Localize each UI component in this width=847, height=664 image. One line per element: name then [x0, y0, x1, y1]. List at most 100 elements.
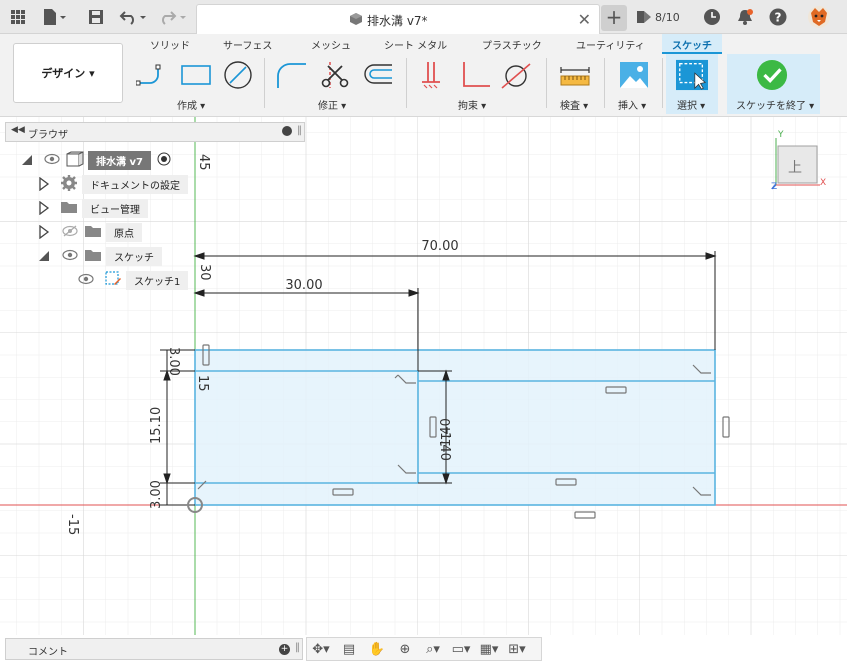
perpendicular-constraint-icon[interactable]	[460, 60, 492, 90]
group-modify-label[interactable]: 修正 ▾	[318, 97, 346, 112]
dim-15[interactable]: 15	[195, 375, 210, 392]
group-constraints-label[interactable]: 拘束 ▾	[458, 97, 486, 112]
panel-grip-icon[interactable]: ‖	[297, 125, 302, 136]
grid-settings-icon[interactable]: ▦▾	[479, 640, 499, 658]
workspace-switcher[interactable]: デザイン ▾	[13, 43, 123, 103]
fillet-tool-icon[interactable]	[276, 60, 308, 90]
collapse-panel-icon[interactable]: ◀◀	[11, 125, 25, 135]
browser-item-label[interactable]: スケッチ	[106, 246, 162, 266]
hidden-eye-icon[interactable]	[62, 225, 78, 240]
expanded-triangle-icon[interactable]	[38, 249, 50, 263]
app-grid-icon[interactable]	[8, 6, 28, 28]
measure-ruler-icon[interactable]	[559, 60, 591, 90]
trim-scissors-icon[interactable]	[320, 60, 352, 90]
browser-item-label[interactable]: スケッチ1	[126, 270, 189, 290]
browser-item-label[interactable]: ビュー管理	[82, 198, 148, 218]
dim-step-height-b[interactable]: 1.40	[439, 418, 454, 447]
offset-tool-icon[interactable]	[362, 60, 394, 90]
clock-icon[interactable]	[702, 6, 722, 28]
comments-panel[interactable]: コメント + ‖	[5, 638, 303, 660]
tab-plastic[interactable]: プラスチック	[482, 37, 542, 52]
dim-top-thickness[interactable]: 3.00	[166, 347, 181, 376]
tab-utility[interactable]: ユーティリティ	[576, 37, 645, 52]
document-tab[interactable]: 排水溝 v7* ✕	[196, 4, 600, 34]
group-separator	[264, 58, 265, 108]
orbit-icon[interactable]: ✥▾	[311, 640, 331, 658]
close-tab-icon[interactable]: ✕	[578, 10, 591, 29]
group-separator	[406, 58, 407, 108]
viewcube-axis-y: Y	[778, 130, 784, 140]
browser-item-root[interactable]: 排水溝 v7	[20, 150, 171, 170]
zoom-icon[interactable]: ⊕	[395, 640, 415, 658]
select-tool-icon[interactable]	[676, 59, 708, 91]
tab-mesh[interactable]: メッシュ	[311, 37, 351, 52]
undo-icon[interactable]	[118, 6, 150, 28]
tangent-constraint-icon[interactable]	[500, 60, 532, 90]
browser-item-label[interactable]: 原点	[106, 222, 142, 242]
collapsed-triangle-icon[interactable]	[38, 201, 50, 215]
collapsed-triangle-icon[interactable]	[38, 225, 50, 239]
group-select-label[interactable]: 選択 ▾	[677, 97, 705, 112]
line-tool-icon[interactable]	[136, 60, 168, 90]
panel-grip-icon[interactable]: ‖	[295, 642, 300, 653]
visibility-eye-icon[interactable]	[62, 249, 78, 264]
browser-title: ブラウザ	[28, 130, 68, 141]
tab-sketch[interactable]: スケッチ	[672, 37, 712, 52]
fit-zoom-icon[interactable]: ⌕▾	[423, 640, 443, 658]
visibility-eye-icon[interactable]	[44, 153, 60, 168]
fix-constraint-icon[interactable]	[416, 60, 448, 90]
browser-item-origin[interactable]: 原点	[38, 222, 142, 242]
circle-tool-icon[interactable]	[222, 60, 254, 90]
browser-item-label[interactable]: ドキュメントの設定	[82, 174, 188, 194]
group-create-label[interactable]: 作成 ▾	[177, 97, 205, 112]
visibility-eye-icon[interactable]	[78, 273, 94, 288]
minimize-panel-icon[interactable]	[282, 126, 292, 136]
display-settings-icon[interactable]: ▭▾	[451, 640, 471, 658]
help-icon[interactable]: ?	[768, 6, 788, 28]
ruler-top-label: 45	[196, 154, 211, 171]
group-separator	[604, 58, 605, 108]
browser-item-named-views[interactable]: ビュー管理	[38, 198, 148, 218]
new-tab-button[interactable]: +	[601, 5, 627, 31]
group-inspect-label[interactable]: 検査 ▾	[560, 97, 588, 112]
browser-item-label[interactable]: 排水溝 v7	[88, 150, 151, 170]
browser-item-sketch1[interactable]: スケッチ1	[78, 270, 189, 290]
browser-item-document-settings[interactable]: ドキュメントの設定	[38, 174, 188, 194]
notifications-icon[interactable]	[735, 6, 755, 28]
job-status-icon	[637, 11, 651, 23]
file-menu-icon[interactable]	[40, 6, 70, 28]
job-status[interactable]: 8/10	[636, 7, 686, 27]
redo-icon[interactable]	[158, 6, 190, 28]
save-icon[interactable]	[86, 6, 106, 28]
viewports-icon[interactable]: ⊞▾	[507, 640, 527, 658]
bottom-bar: コメント + ‖ ✥▾ ▤ ✋ ⊕ ⌕▾ ▭▾ ▦▾ ⊞▾	[0, 635, 847, 664]
dim-inner-width[interactable]: 30.00	[285, 278, 322, 293]
title-bar: 排水溝 v7* ✕ + 8/10 ?	[0, 0, 847, 34]
navigation-bar: ✥▾ ▤ ✋ ⊕ ⌕▾ ▭▾ ▦▾ ⊞▾	[306, 637, 542, 661]
dim-vertical-30[interactable]: 30	[197, 264, 212, 281]
browser-panel-header[interactable]: ◀◀ ブラウザ ‖	[5, 122, 305, 142]
finish-sketch-button[interactable]: スケッチを終了 ▾	[736, 97, 814, 112]
tab-sheet-metal[interactable]: シート メタル	[384, 37, 447, 52]
viewcube[interactable]: 上 Y X Z	[768, 130, 833, 195]
user-avatar[interactable]	[806, 6, 832, 28]
insert-image-icon[interactable]	[618, 60, 650, 90]
tab-surface[interactable]: サーフェス	[223, 37, 272, 52]
activate-radio-icon[interactable]	[157, 152, 171, 169]
expanded-triangle-icon[interactable]	[20, 153, 34, 167]
look-at-icon[interactable]: ▤	[339, 640, 359, 658]
comments-label: コメント	[28, 647, 68, 658]
dim-inner-height[interactable]: 15.10	[149, 407, 164, 444]
browser-item-sketches[interactable]: スケッチ	[38, 246, 162, 266]
group-insert-label[interactable]: 挿入 ▾	[618, 97, 646, 112]
collapsed-triangle-icon[interactable]	[38, 177, 50, 191]
pan-hand-icon[interactable]: ✋	[367, 640, 387, 658]
tab-solid[interactable]: ソリッド	[150, 37, 190, 52]
add-comment-icon[interactable]: +	[279, 644, 290, 655]
rectangle-tool-icon[interactable]	[180, 60, 212, 90]
finish-sketch-check-icon[interactable]	[756, 59, 788, 91]
dim-bottom-thickness[interactable]: 3.00	[149, 480, 164, 509]
svg-text:?: ?	[775, 11, 782, 25]
dim-overall-width[interactable]: 70.00	[421, 239, 458, 254]
viewcube-face-top[interactable]: 上	[788, 157, 802, 177]
